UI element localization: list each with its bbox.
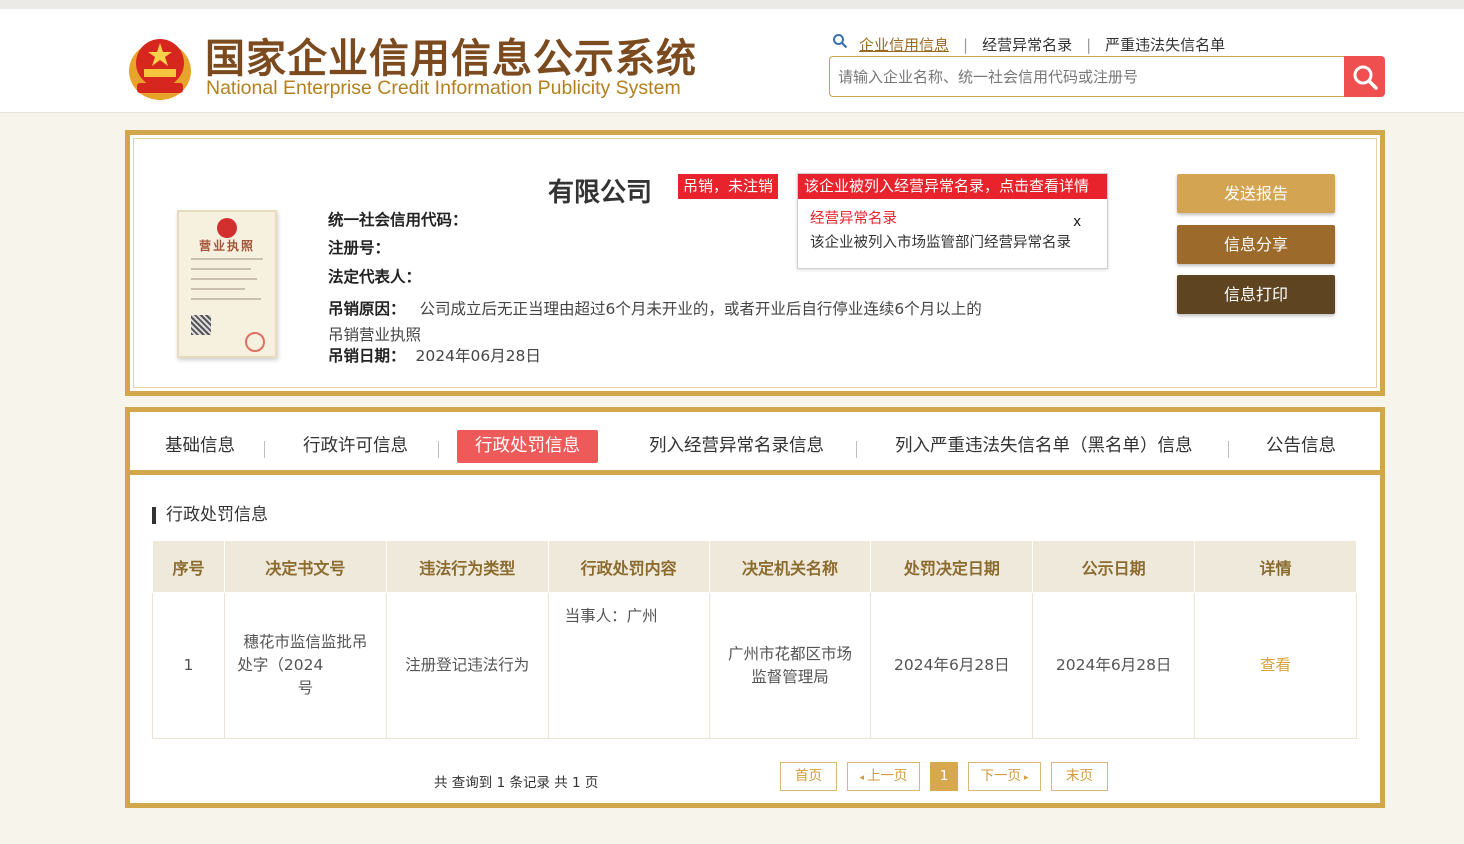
col-header-decision-date: 处罚决定日期 [870, 540, 1034, 593]
search-icon [833, 34, 848, 49]
search-button-icon [1353, 65, 1378, 90]
company-summary-card: 营业执照 有限公司 吊销，未注销 该企业被列入经营异常名录，点击查看详情 经营异… [125, 130, 1385, 396]
send-report-button[interactable]: 发送报告 [1177, 174, 1335, 213]
cell-no: 1 [152, 592, 225, 739]
close-icon[interactable]: x [1073, 214, 1081, 230]
share-info-button[interactable]: 信息分享 [1177, 225, 1335, 264]
credit-code-row: 统一社会信用代码： [328, 208, 468, 230]
doc-no-line: 号 [297, 679, 314, 697]
cell-detail: 查看 [1194, 592, 1357, 739]
next-page-label: 下一页 [980, 768, 1022, 784]
revoke-reason-value: 公司成立后无正当理由超过6个月未开业的，或者开业后自行停业连续6个月以上的吊销营… [328, 300, 982, 344]
nav-link-credit-info[interactable]: 企业信用信息 [859, 34, 949, 55]
table-row: 1 穗花市监信监批吊 处字（2024 号 注册登记违法行为 当事人：广州 广州市… [152, 592, 1357, 739]
revoke-date-value: 2024年06月28日 [415, 347, 541, 365]
license-title: 营业执照 [198, 239, 255, 253]
site-header: 国家企业信用信息公示系统 National Enterprise Credit … [0, 9, 1464, 113]
col-header-publish-date: 公示日期 [1032, 540, 1196, 593]
site-title-en: National Enterprise Credit Information P… [206, 77, 681, 99]
revoke-reason-row: 吊销原因： 公司成立后无正当理由超过6个月未开业的，或者开业后自行停业连续6个月以… [328, 296, 988, 348]
col-header-authority: 决定机关名称 [708, 540, 872, 593]
license-text-line [191, 268, 251, 270]
cell-violation: 注册登记违法行为 [385, 592, 549, 739]
info-tabs: 基础信息 行政许可信息 行政处罚信息 列入经营异常名录信息 列入严重违法失信名单… [130, 412, 1380, 475]
abnormal-alert-subtitle: 经营异常名录 [810, 211, 897, 227]
prev-page-button[interactable]: ◂ 上一页 [847, 762, 920, 791]
cell-publish-date: 2024年6月28日 [1032, 592, 1196, 739]
detail-card: 基础信息 行政许可信息 行政处罚信息 列入经营异常名录信息 列入严重违法失信名单… [125, 407, 1385, 808]
first-page-button[interactable]: 首页 [780, 762, 837, 791]
license-text-line [191, 298, 261, 300]
national-emblem-icon [129, 39, 191, 100]
reg-no-row: 注册号： [328, 236, 390, 258]
site-title-cn: 国家企业信用信息公示系统 [205, 36, 697, 82]
tab-separator [856, 441, 857, 458]
col-header-doc-no: 决定书文号 [223, 540, 387, 593]
status-badge: 吊销，未注销 [678, 174, 779, 199]
tab-admin-license[interactable]: 行政许可信息 [285, 430, 426, 463]
business-license-image[interactable]: 营业执照 [177, 210, 277, 358]
license-seal [245, 332, 265, 352]
prev-page-label: 上一页 [866, 768, 908, 784]
pagination-summary: 共 查询到 1 条记录 共 1 页 [434, 775, 599, 791]
abnormal-alert-body: 该企业被列入市场监管部门经营异常名录 [810, 235, 1071, 251]
cell-decision-date: 2024年6月28日 [870, 592, 1034, 739]
nav-separator: | [1086, 36, 1092, 54]
tab-separator [438, 441, 439, 458]
tab-announcements[interactable]: 公告信息 [1248, 430, 1354, 463]
revoke-date-label: 吊销日期： [328, 347, 406, 365]
search-input[interactable] [830, 57, 1345, 96]
search-button[interactable] [1344, 56, 1385, 97]
search-box [829, 56, 1345, 97]
col-header-detail: 详情 [1194, 540, 1357, 593]
license-text-line [191, 258, 263, 260]
cell-authority: 广州市花都区市场监督管理局 [708, 592, 872, 739]
abnormal-alert-popup: 该企业被列入经营异常名录，点击查看详情 经营异常名录 x 该企业被列入市场监管部… [797, 173, 1108, 269]
cell-content: 当事人：广州 [547, 592, 710, 739]
section-title: 行政处罚信息 [152, 507, 268, 524]
license-text-line [191, 288, 245, 290]
browser-top-strip [0, 0, 1464, 9]
tab-blacklist[interactable]: 列入严重违法失信名单（黑名单）信息 [877, 430, 1211, 463]
legal-rep-row: 法定代表人： [328, 265, 421, 287]
nav-link-abnormal-list[interactable]: 经营异常名录 [982, 34, 1072, 55]
abnormal-alert-title[interactable]: 该企业被列入经营异常名录，点击查看详情 [798, 174, 1107, 199]
last-page-button[interactable]: 末页 [1051, 762, 1108, 791]
revoke-reason-label: 吊销原因： [328, 300, 406, 318]
legal-rep-label: 法定代表人： [328, 268, 422, 286]
content-text: 当事人：广州 [564, 607, 658, 625]
nav-separator: | [963, 36, 969, 54]
tab-separator [264, 441, 265, 458]
company-name: 有限公司 [548, 178, 653, 208]
reg-no-label: 注册号： [328, 239, 391, 257]
top-nav-links: 企业信用信息 | 经营异常名录 | 严重违法失信名单 [859, 34, 1225, 55]
tab-separator [1228, 441, 1229, 458]
view-detail-link[interactable]: 查看 [1260, 656, 1291, 674]
tab-admin-penalty[interactable]: 行政处罚信息 [457, 430, 598, 463]
page-number-current[interactable]: 1 [930, 762, 958, 791]
doc-no-line: 处字（2024 [237, 656, 324, 674]
next-page-button[interactable]: 下一页 ▸ [968, 762, 1041, 791]
doc-no-line: 穗花市监信监批吊 [243, 633, 368, 651]
penalty-table: 序号 决定书文号 违法行为类型 行政处罚内容 决定机关名称 处罚决定日期 公示日… [152, 540, 1357, 739]
chevron-left-icon: ◂ [859, 773, 867, 783]
revoke-date-row: 吊销日期： 2024年06月28日 [328, 344, 541, 366]
col-header-no: 序号 [152, 540, 225, 593]
credit-code-label: 统一社会信用代码： [328, 211, 468, 229]
print-info-button[interactable]: 信息打印 [1177, 275, 1335, 314]
tab-abnormal-list[interactable]: 列入经营异常名录信息 [631, 430, 842, 463]
license-text-line [191, 278, 257, 280]
table-header-row: 序号 决定书文号 违法行为类型 行政处罚内容 决定机关名称 处罚决定日期 公示日… [152, 540, 1357, 593]
nav-link-blacklist[interactable]: 严重违法失信名单 [1105, 34, 1225, 55]
tab-basic-info[interactable]: 基础信息 [147, 430, 253, 463]
col-header-content: 行政处罚内容 [547, 540, 710, 593]
cell-doc-no: 穗花市监信监批吊 处字（2024 号 [223, 592, 387, 739]
chevron-right-icon: ▸ [1021, 773, 1029, 783]
col-header-violation: 违法行为类型 [385, 540, 549, 593]
license-qr-code [191, 315, 211, 335]
license-emblem-icon [217, 218, 237, 238]
